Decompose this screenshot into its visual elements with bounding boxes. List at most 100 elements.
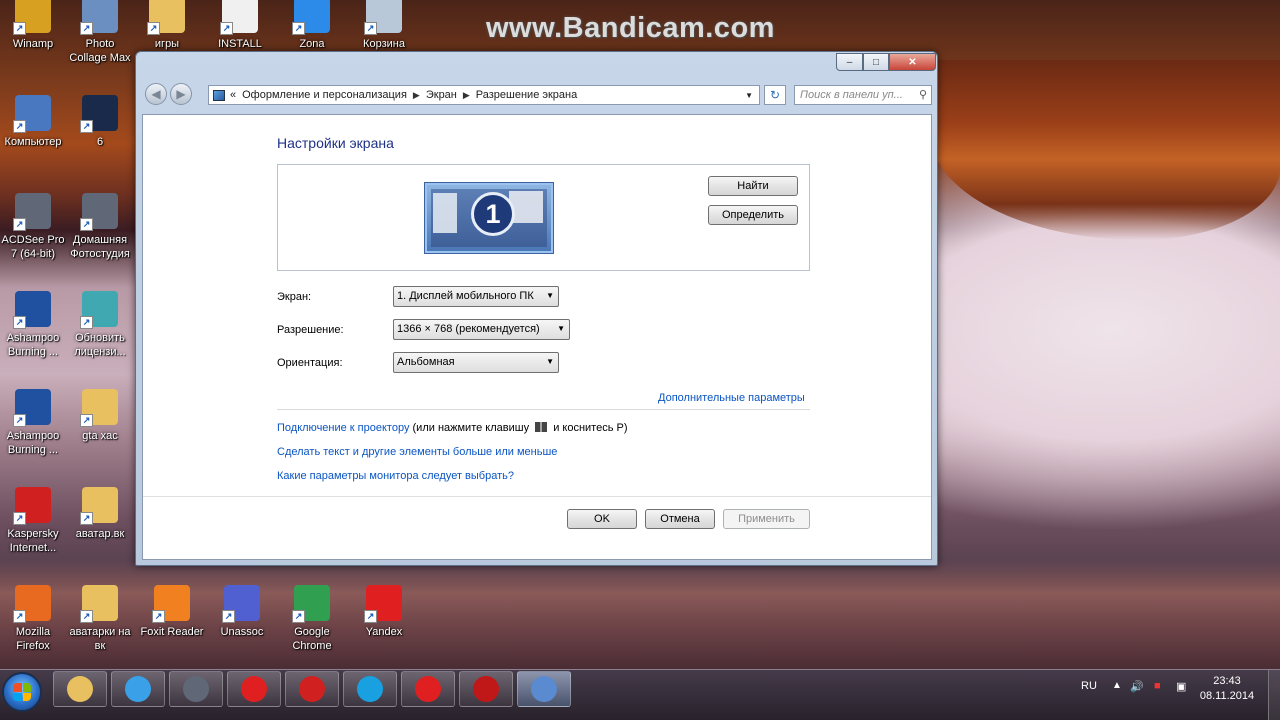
desktop-icon-label: Обновить лицензи... <box>74 332 126 358</box>
desktop-icon-label: Unassoc <box>220 626 264 638</box>
shortcut-arrow-icon: ↗ <box>80 512 93 525</box>
advanced-settings-link[interactable]: Дополнительные параметры <box>658 392 805 404</box>
monitor-settings-help-link[interactable]: Какие параметры монитора следует выбрать… <box>277 470 514 482</box>
breadcrumb-resolution[interactable]: Разрешение экрана <box>476 89 577 101</box>
address-overflow[interactable]: « <box>230 89 236 101</box>
desktop-icon-ashampoo1[interactable]: ↗ Ashampoo Burning ... <box>0 291 66 359</box>
projector-link[interactable]: Подключение к проектору <box>277 422 409 434</box>
refresh-button[interactable]: ↻ <box>764 85 786 105</box>
desktop-icon-six[interactable]: ↗ 6 <box>67 95 133 149</box>
folder-icon: ↗ <box>80 487 118 525</box>
desktop-icon-avatar[interactable]: ↗ аватар.вк <box>67 487 133 541</box>
folder-icon: ↗ <box>80 389 118 427</box>
breadcrumb-appearance[interactable]: Оформление и персонализация <box>242 89 407 101</box>
desktop-icon-photo-collage[interactable]: ↗ Photo Collage Max <box>67 0 133 65</box>
resolution-select[interactable]: 1366 × 768 (рекомендуется) ▼ <box>393 319 570 340</box>
orientation-value: Альбомная <box>397 356 455 368</box>
desktop-icon-winamp[interactable]: ↗ Winamp <box>0 0 66 51</box>
clock[interactable]: 23:43 08.11.2014 <box>1196 674 1258 704</box>
shortcut-arrow-icon: ↗ <box>13 414 26 427</box>
desktop-icon-install[interactable]: ↗ INSTALL <box>207 0 273 51</box>
media-player-icon: ↗ <box>80 95 118 133</box>
taskbar-button-camera[interactable] <box>169 671 223 707</box>
display-preview-panel: 1 Найти Определить <box>277 164 810 271</box>
resolution-value: 1366 × 768 (рекомендуется) <box>397 323 540 335</box>
taskbar-button-yandex[interactable] <box>401 671 455 707</box>
language-indicator[interactable]: RU <box>1081 680 1097 692</box>
address-dropdown-icon[interactable]: ▼ <box>745 91 753 100</box>
text-size-link[interactable]: Сделать текст и другие элементы больше и… <box>277 446 557 458</box>
taskbar-button-kaspersky[interactable] <box>285 671 339 707</box>
desktop-icon-ashampoo2[interactable]: ↗ Ashampoo Burning ... <box>0 389 66 457</box>
desktop-icon-zona[interactable]: ↗ Zona <box>279 0 345 51</box>
maximize-button[interactable]: □ <box>863 53 889 71</box>
taskbar-button-explorer[interactable] <box>53 671 107 707</box>
cancel-button[interactable]: Отмена <box>645 509 715 529</box>
breadcrumb-separator-icon[interactable]: ▶ <box>413 90 420 101</box>
bandicam-watermark: www.Bandicam.com <box>486 12 775 44</box>
desktop-icon-label: Ashampoo Burning ... <box>6 430 60 456</box>
close-button[interactable]: ✕ <box>889 53 936 71</box>
desktop-icon-avatarki[interactable]: ↗ аватарки на вк <box>67 585 133 653</box>
start-button[interactable] <box>2 672 42 712</box>
address-bar[interactable]: « Оформление и персонализация ▶ Экран ▶ … <box>208 85 760 105</box>
shortcut-arrow-icon: ↗ <box>292 22 305 35</box>
taskbar-button-skype[interactable] <box>343 671 397 707</box>
search-input[interactable]: Поиск в панели уп... ⚲ <box>794 85 932 105</box>
desktop-icon-foxit[interactable]: ↗ Foxit Reader <box>139 585 205 639</box>
taskbar-button-internet-explorer[interactable] <box>111 671 165 707</box>
shortcut-arrow-icon: ↗ <box>222 610 235 623</box>
desktop-icon-unassoc[interactable]: ↗ Unassoc <box>209 585 275 639</box>
find-button[interactable]: Найти <box>708 176 798 196</box>
desktop-icon-label: Google Chrome <box>292 626 332 652</box>
clock-date: 08.11.2014 <box>1199 690 1255 702</box>
windows-logo-icon <box>13 683 31 701</box>
taskbar-button-display-settings[interactable] <box>517 671 571 707</box>
identify-button[interactable]: Определить <box>708 205 798 225</box>
breadcrumb-display[interactable]: Экран <box>426 89 457 101</box>
monitor-1-icon[interactable]: 1 <box>425 183 553 253</box>
desktop-icon-label: 6 <box>96 136 104 148</box>
apply-button[interactable]: Применить <box>723 509 810 529</box>
minimize-button[interactable]: – <box>836 53 863 71</box>
projector-row: Подключение к проектору (или нажмите кла… <box>277 422 628 434</box>
forward-button[interactable]: ▶ <box>170 83 192 105</box>
chevron-down-icon: ▼ <box>546 291 554 300</box>
desktop-icon-firefox[interactable]: ↗ Mozilla Firefox <box>0 585 66 653</box>
screen-select[interactable]: 1. Дисплей мобильного ПК ▼ <box>393 286 559 307</box>
ok-button[interactable]: OK <box>567 509 637 529</box>
footer-divider <box>143 496 931 497</box>
clock-time: 23:43 <box>1213 675 1241 687</box>
internet-explorer-icon <box>125 676 151 702</box>
desktop-icon-chrome[interactable]: ↗ Google Chrome <box>279 585 345 653</box>
desktop-icon-kompyuter[interactable]: ↗ Компьютер <box>0 95 66 149</box>
desktop-icon-gta[interactable]: ↗ gta xac <box>67 389 133 443</box>
explorer-icon <box>67 676 93 702</box>
desktop-icon-label: ACDSee Pro 7 (64-bit) <box>1 234 65 260</box>
breadcrumb-separator-icon[interactable]: ▶ <box>463 90 470 101</box>
shortcut-arrow-icon: ↗ <box>147 22 160 35</box>
back-button[interactable]: ◀ <box>145 83 167 105</box>
show-desktop-button[interactable] <box>1268 670 1280 720</box>
taskbar-button-yandex[interactable] <box>227 671 281 707</box>
divider <box>277 409 810 410</box>
desktop-icon-korzina[interactable]: ↗ Корзина <box>351 0 417 51</box>
volume-icon[interactable]: 🔊 <box>1130 680 1144 693</box>
desktop-icon-update-license[interactable]: ↗ Обновить лицензи... <box>67 291 133 359</box>
search-icon[interactable]: ⚲ <box>919 88 927 101</box>
desktop-icon-label: Foxit Reader <box>140 626 204 638</box>
orientation-select[interactable]: Альбомная ▼ <box>393 352 559 373</box>
desktop-icon-yandex[interactable]: ↗ Yandex <box>351 585 417 639</box>
kaspersky-tray-icon[interactable]: ■ <box>1154 680 1161 692</box>
desktop-icon-home-photo[interactable]: ↗ Домашняя Фотостудия <box>67 193 133 261</box>
network-icon[interactable]: ▣ <box>1176 680 1186 693</box>
tray-overflow-icon[interactable]: ▲ <box>1112 680 1122 691</box>
desktop-icon-acdsee[interactable]: ↗ ACDSee Pro 7 (64-bit) <box>0 193 66 261</box>
camera-icon <box>183 676 209 702</box>
taskbar-button-bandicam-record[interactable] <box>459 671 513 707</box>
desktop-icon-label: Photo Collage Max <box>69 38 131 64</box>
desktop-icon-kaspersky[interactable]: ↗ Kaspersky Internet... <box>0 487 66 555</box>
desktop-icon-label: Mozilla Firefox <box>15 626 51 652</box>
desktop-icon-igry[interactable]: ↗ игры <box>134 0 200 51</box>
shortcut-arrow-icon: ↗ <box>364 610 377 623</box>
